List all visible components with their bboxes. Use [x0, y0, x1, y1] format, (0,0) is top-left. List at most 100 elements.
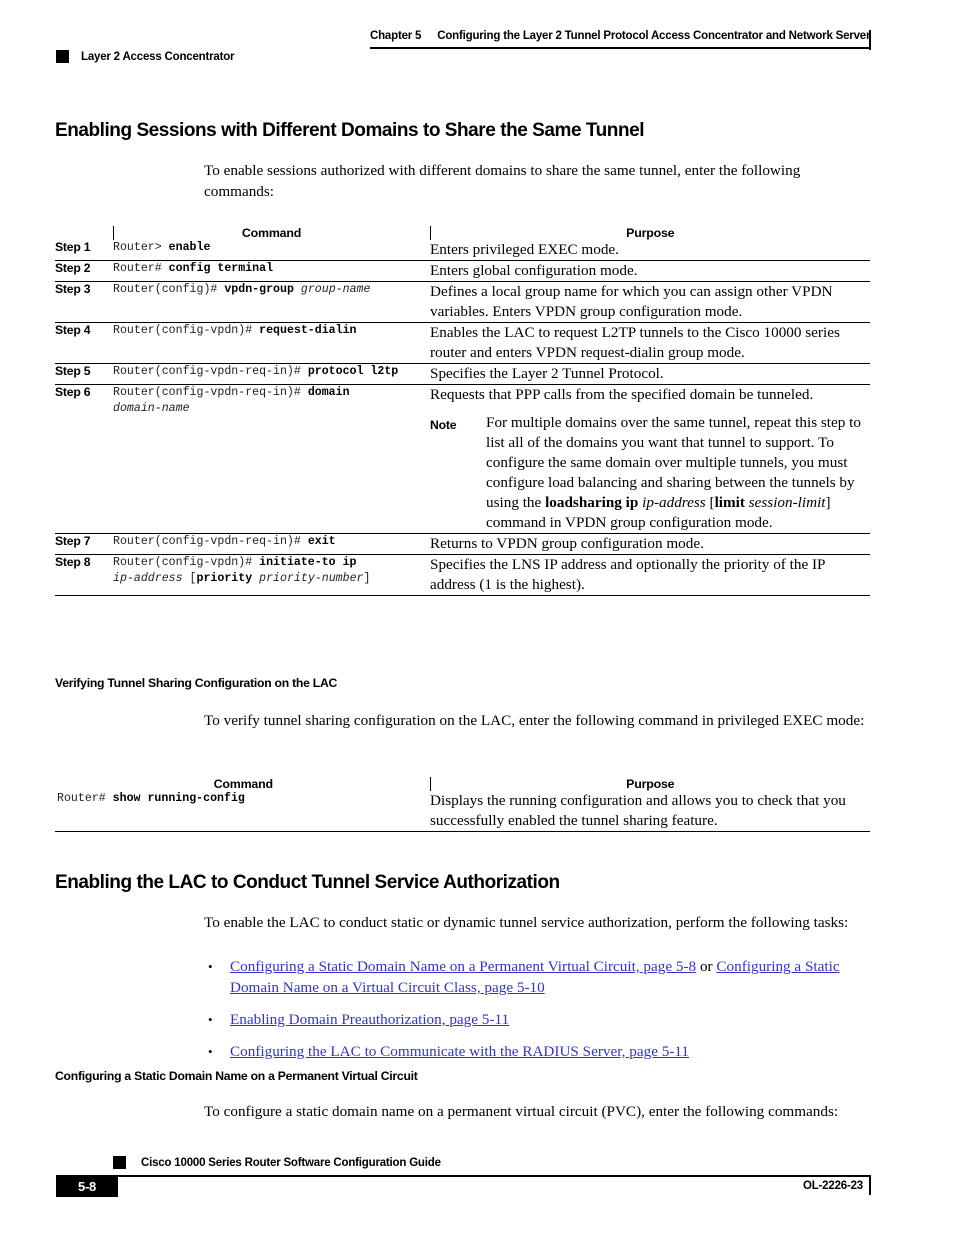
header-rule-tick [869, 30, 871, 50]
note-limit-bold: limit [714, 494, 745, 511]
command-argument: group-name [300, 283, 371, 296]
purpose-text: Requests that PPP calls from the specifi… [430, 386, 814, 403]
bullet-icon: • [208, 1044, 213, 1059]
step-label: Step 4 [55, 322, 113, 364]
table-row: Step 3 Router(config)# vpdn-group group-… [55, 281, 870, 323]
page-header: Chapter 5 Configuring the Layer 2 Tunnel … [0, 0, 954, 86]
purpose-cell: Displays the running configuration and a… [430, 791, 870, 832]
link-static-domain-pvc[interactable]: Configuring a Static Domain Name on a Pe… [230, 958, 696, 975]
note-command-italic: ip-address [642, 494, 706, 511]
col-purpose-header: Purpose [429, 777, 870, 791]
header-section-label-group: Layer 2 Access Concentrator [56, 50, 235, 63]
list-item-body: Enabling Domain Preauthorization, page 5… [230, 1009, 876, 1030]
table-header-row: Command Purpose [55, 777, 870, 791]
table-row: Step 4 Router(config-vpdn)# request-dial… [55, 322, 870, 364]
section1-intro-paragraph: To enable sessions authorized with diffe… [204, 162, 801, 200]
step-label: Step 1 [55, 240, 113, 261]
step-label: Step 2 [55, 260, 113, 282]
command-keyword: config terminal [168, 262, 274, 275]
link-domain-preauthorization[interactable]: Enabling Domain Preauthorization, page 5… [230, 1011, 509, 1028]
section4-intro-paragraph: To configure a static domain name on a p… [204, 1103, 839, 1120]
table-header-row: Command Purpose [55, 226, 870, 240]
command-keyword: protocol l2tp [307, 365, 399, 378]
bullet-icon: • [208, 1012, 213, 1027]
note-limit-italic: session-limit [748, 494, 826, 511]
header-chapter-number: Chapter 5 [370, 30, 422, 42]
header-chapter-title: Configuring the Layer 2 Tunnel Protocol … [437, 30, 871, 42]
note-label: Note [430, 418, 457, 432]
section3-intro-paragraph: To enable the LAC to conduct static or d… [204, 914, 849, 931]
command-prompt: Router> [113, 241, 169, 254]
black-square-icon [56, 50, 69, 63]
header-rule [370, 47, 870, 49]
purpose-cell: Enables the LAC to request L2TP tunnels … [430, 322, 870, 364]
table-row: Router# show running-config Displays the… [55, 791, 870, 832]
tunnel-sharing-steps-table: Command Purpose Step 1 Router> enable En… [55, 226, 870, 596]
list-item-body: Configuring a Static Domain Name on a Pe… [230, 956, 876, 998]
command-keyword: request-dialin [259, 324, 357, 337]
command-cell: Router# show running-config [55, 791, 430, 832]
command-cell: Router(config)# vpdn-group group-name [113, 281, 430, 323]
note-block: Note For multiple domains over the same … [430, 413, 870, 533]
command-prompt: Router# [57, 792, 113, 805]
command-argument: ip-address [113, 571, 183, 585]
command-keyword: initiate-to ip [259, 556, 357, 569]
list-item: • Configuring a Static Domain Name on a … [204, 956, 876, 998]
command-prompt: Router(config-vpdn)# [113, 324, 260, 337]
note-text: For multiple domains over the same tunne… [486, 413, 870, 533]
purpose-cell: Requests that PPP calls from the specifi… [430, 384, 870, 534]
command-keyword: enable [168, 241, 211, 254]
list-item: • Configuring the LAC to Communicate wit… [204, 1041, 876, 1062]
table-row: Step 1 Router> enable Enters privileged … [55, 240, 870, 261]
command-cell: Router# config terminal [113, 260, 430, 282]
purpose-cell: Specifies the LNS IP address and optiona… [430, 554, 870, 596]
black-square-icon [113, 1156, 126, 1169]
command-cell: Router(config-vpdn-req-in)# exit [113, 533, 430, 555]
command-prompt: Router(config-vpdn-req-in)# [113, 386, 308, 399]
step-label: Step 6 [55, 384, 113, 534]
command-cell: Router(config-vpdn)# initiate-to ip ip-ad… [113, 554, 430, 596]
list-item-body: Configuring the LAC to Communicate with … [230, 1041, 876, 1062]
step-label: Step 8 [55, 554, 113, 596]
table-row: Step 8 Router(config-vpdn)# initiate-to … [55, 554, 870, 596]
header-section-label: Layer 2 Access Concentrator [81, 50, 235, 63]
footer-document-number: OL-2226-23 [802, 1180, 863, 1192]
purpose-cell: Defines a local group name for which you… [430, 281, 870, 323]
note-text-part2: command in VPDN group configuration mode… [486, 514, 773, 531]
command-keyword: domain [307, 386, 350, 399]
command-cell: Router> enable [113, 240, 430, 261]
command-option-keyword: priority [196, 571, 253, 585]
note-command-bold: loadsharing ip [545, 494, 639, 511]
col-command-header: Command [112, 226, 430, 240]
task-link-list: • Configuring a Static Domain Name on a … [204, 956, 876, 1073]
link-radius-server[interactable]: Configuring the LAC to Communicate with … [230, 1043, 689, 1060]
page-title: Enabling Sessions with Different Domains… [55, 120, 645, 141]
verify-command-table: Command Purpose Router# show running-con… [55, 777, 870, 832]
command-prompt: Router(config)# [113, 283, 225, 296]
purpose-cell: Returns to VPDN group configuration mode… [430, 533, 870, 555]
command-prompt: Router(config-vpdn)# [113, 556, 260, 569]
list-item-conjunction: or [696, 958, 717, 975]
purpose-cell: Enters global configuration mode. [430, 260, 870, 282]
purpose-cell: Specifies the Layer 2 Tunnel Protocol. [430, 363, 870, 385]
command-cell: Router(config-vpdn)# request-dialin [113, 322, 430, 364]
page-footer: Cisco 10000 Series Router Software Confi… [0, 1150, 954, 1220]
command-bracket-open: [ [182, 571, 197, 585]
command-bracket-close: ] [363, 571, 371, 585]
footer-page-number: 5-8 [56, 1175, 118, 1197]
footer-rule-tick [869, 1175, 871, 1195]
command-prompt: Router(config-vpdn-req-in)# [113, 535, 308, 548]
list-item: • Enabling Domain Preauthorization, page… [204, 1009, 876, 1030]
command-cell: Router(config-vpdn-req-in)# domain domain… [113, 384, 430, 534]
table-row: Step 2 Router# config terminal Enters gl… [55, 260, 870, 282]
table-row: Step 7 Router(config-vpdn-req-in)# exit … [55, 533, 870, 555]
section2-intro-paragraph: To verify tunnel sharing configuration o… [204, 712, 865, 729]
command-option-argument: priority-number [259, 571, 364, 585]
note-bracket-close: ] [825, 494, 831, 511]
col-step-header [55, 226, 113, 240]
command-keyword: vpdn-group [224, 283, 294, 296]
section3-heading: Enabling the LAC to Conduct Tunnel Servi… [55, 872, 560, 893]
command-keyword: show running-config [112, 792, 245, 805]
col-command-header: Command [213, 777, 273, 791]
command-argument: domain-name [113, 401, 190, 415]
